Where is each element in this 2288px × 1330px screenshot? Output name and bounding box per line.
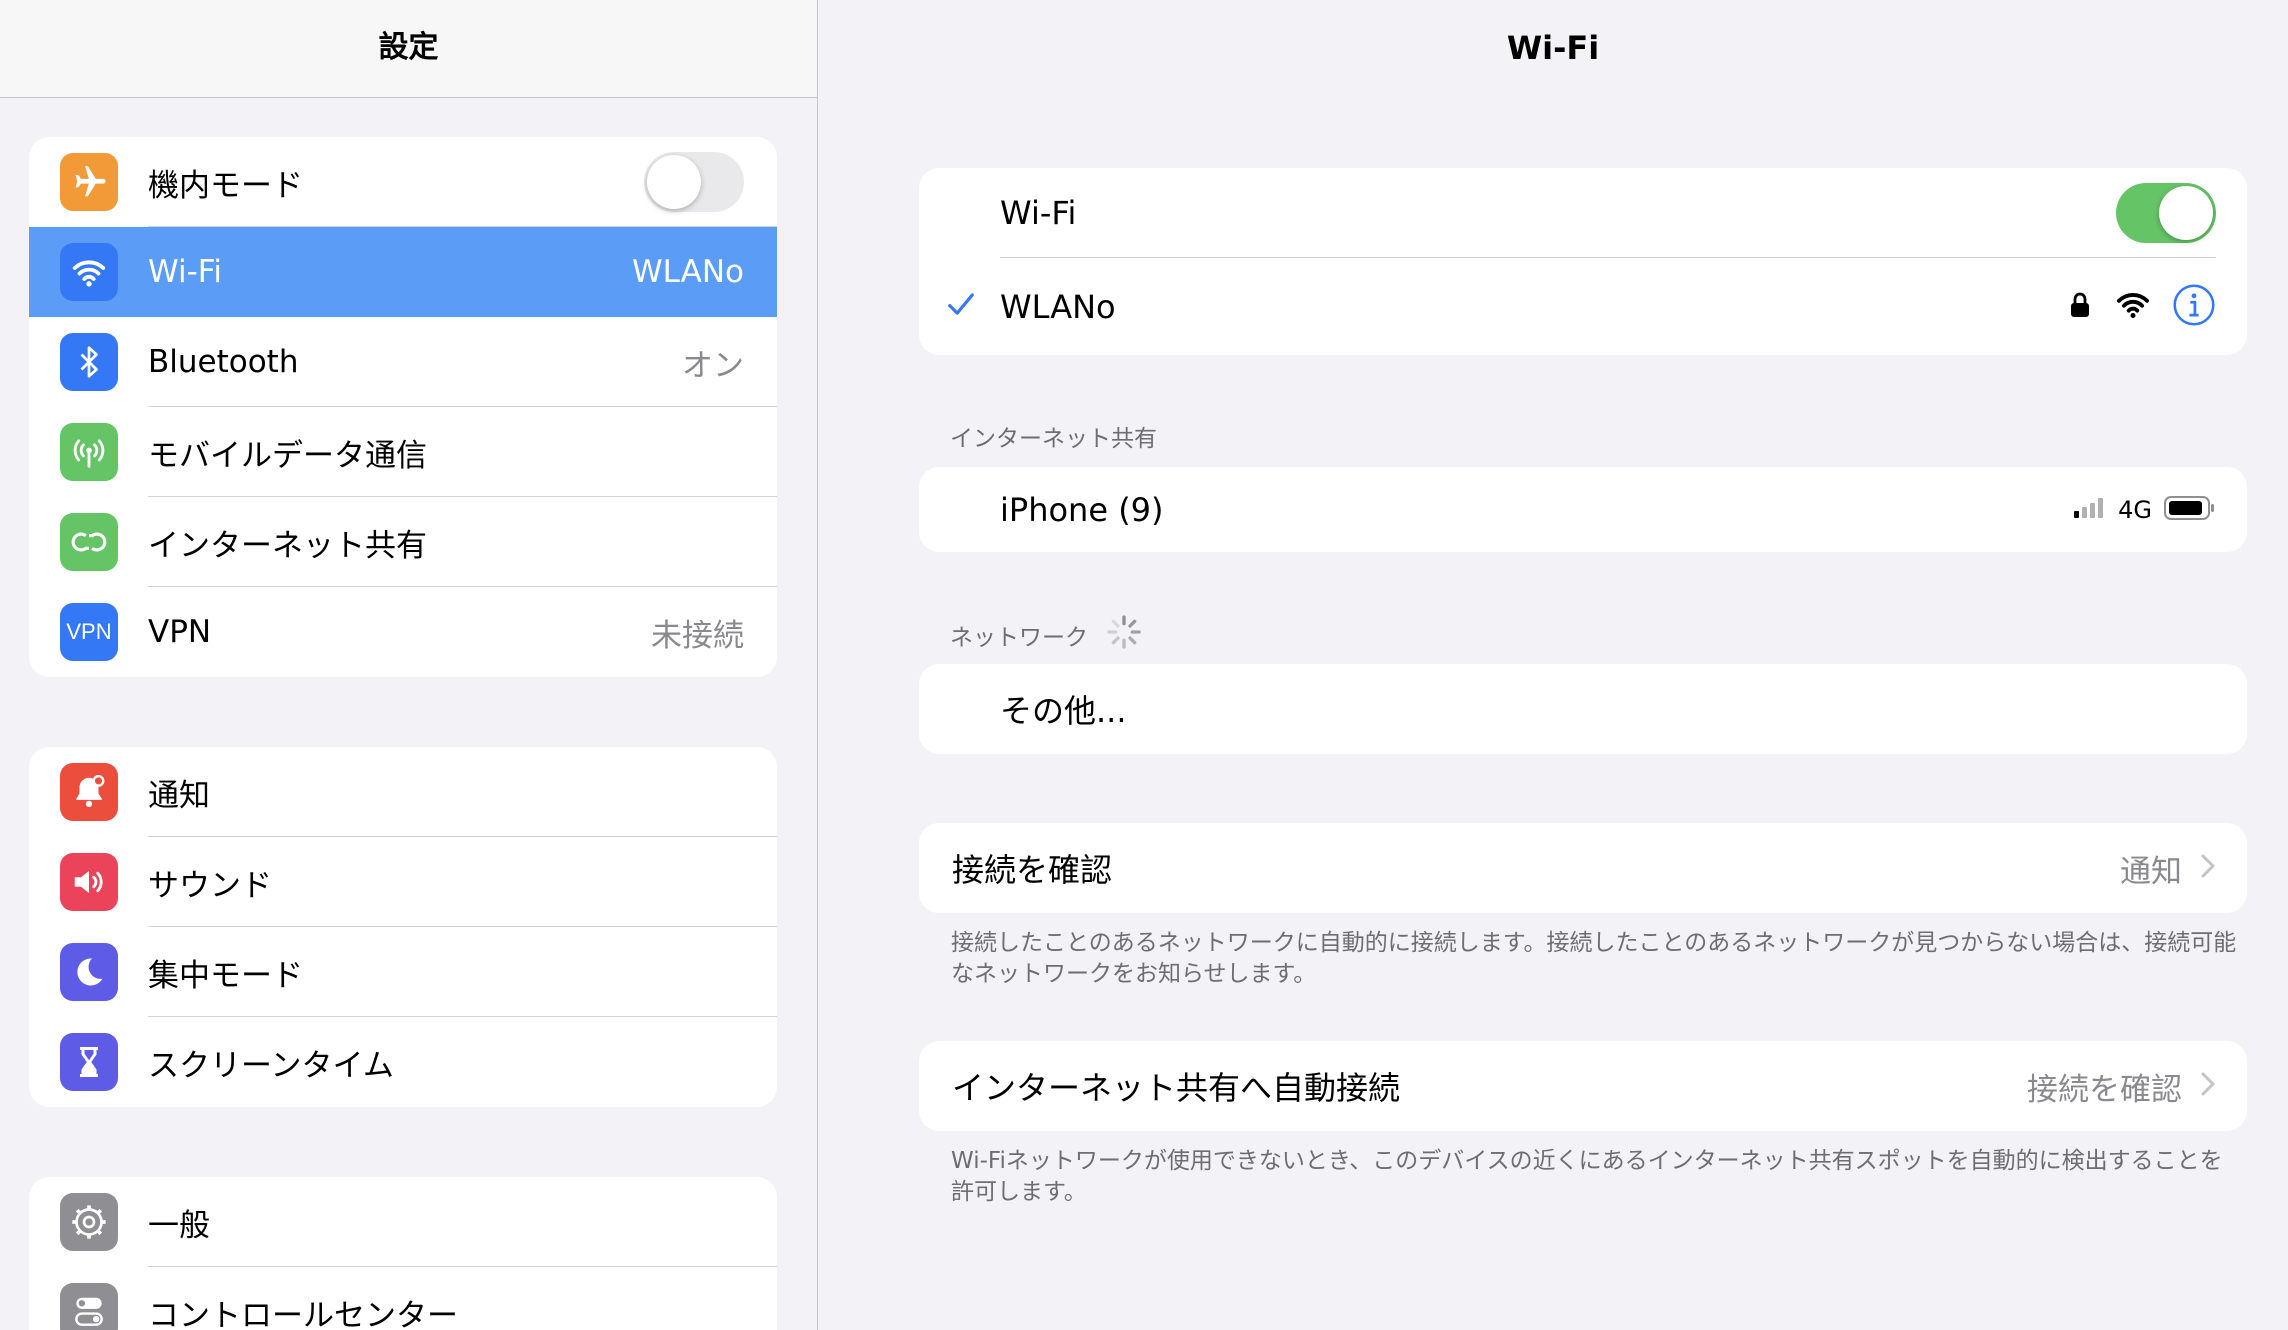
moon-icon <box>60 943 118 1001</box>
settings-sidebar: 設定 機内モード Wi-Fi WLANo Bluetooth オン モバイルデー… <box>0 0 818 1330</box>
notification-bell-icon <box>60 763 118 821</box>
sidebar-item-label: 通知 <box>148 777 210 814</box>
sidebar-item-general[interactable]: 一般 <box>29 1177 777 1267</box>
connected-network-row[interactable]: WLANo <box>919 258 2247 355</box>
chevron-right-icon <box>2200 853 2216 883</box>
ask-to-join-card: 接続を確認 通知 <box>919 823 2247 913</box>
hotspot-card: iPhone (9) 4G <box>919 467 2247 552</box>
chevron-right-icon <box>2200 1071 2216 1101</box>
sidebar-item-label: スクリーンタイム <box>148 1047 394 1084</box>
ask-to-join-value: 通知 <box>2120 853 2182 890</box>
sidebar-item-label: モバイルデータ通信 <box>148 437 427 474</box>
other-network-row[interactable]: その他... <box>919 664 2247 754</box>
auto-join-hotspot-value: 接続を確認 <box>2027 1071 2182 1108</box>
vpn-icon: VPN <box>60 603 118 661</box>
sidebar-item-label: コントロールセンター <box>148 1297 458 1330</box>
ask-to-join-label: 接続を確認 <box>952 851 1113 889</box>
sidebar-item-vpn[interactable]: VPN VPN 未接続 <box>29 587 777 677</box>
sidebar-item-sounds[interactable]: サウンド <box>29 837 777 927</box>
hotspot-row[interactable]: iPhone (9) 4G <box>919 467 2247 552</box>
personal-hotspot-icon <box>60 513 118 571</box>
cellular-signal-icon <box>2074 497 2110 523</box>
sidebar-item-value: オン <box>682 347 744 384</box>
wifi-icon <box>60 243 118 301</box>
airplane-mode-toggle[interactable] <box>644 152 744 212</box>
lock-icon <box>2068 292 2092 322</box>
wifi-label: Wi-Fi <box>1000 194 1077 232</box>
sidebar-item-label: 機内モード <box>148 167 303 204</box>
networks-card: その他... <box>919 664 2247 754</box>
loading-spinner-icon <box>1104 612 1144 658</box>
sidebar-title: 設定 <box>0 0 817 98</box>
sidebar-item-label: サウンド <box>148 867 272 904</box>
wifi-card: Wi-Fi WLANo <box>919 168 2247 355</box>
checkmark-icon <box>946 290 1000 324</box>
ask-to-join-footnote: 接続したことのあるネットワークに自動的に接続します。接続したことのあるネットワー… <box>951 930 2237 987</box>
sidebar-group-connectivity: 機内モード Wi-Fi WLANo Bluetooth オン モバイルデータ通信 <box>29 137 777 677</box>
page-title: Wi-Fi <box>1506 29 1600 67</box>
sidebar-item-focus[interactable]: 集中モード <box>29 927 777 1017</box>
sidebar-item-label: 集中モード <box>148 957 303 994</box>
networks-section-header: ネットワーク <box>950 612 1144 658</box>
sidebar-item-label: 一般 <box>148 1207 210 1244</box>
sidebar-item-mobile-data[interactable]: モバイルデータ通信 <box>29 407 777 497</box>
wifi-toggle-row: Wi-Fi <box>919 168 2247 258</box>
sidebar-item-wifi[interactable]: Wi-Fi WLANo <box>29 227 777 317</box>
ask-to-join-row[interactable]: 接続を確認 通知 <box>919 823 2247 913</box>
connected-network-name: WLANo <box>1000 287 1116 326</box>
sidebar-item-value: 未接続 <box>651 617 744 654</box>
hourglass-icon <box>60 1033 118 1091</box>
sidebar-item-control-center[interactable]: コントロールセンター <box>29 1267 777 1330</box>
battery-icon <box>2164 495 2216 525</box>
auto-join-hotspot-label: インターネット共有へ自動接続 <box>952 1069 1401 1107</box>
other-network-label: その他... <box>1000 692 1127 730</box>
sidebar-group-notifications: 通知 サウンド 集中モード スクリーンタイム <box>29 747 777 1107</box>
control-center-icon <box>60 1283 118 1330</box>
auto-join-hotspot-row[interactable]: インターネット共有へ自動接続 接続を確認 <box>919 1041 2247 1131</box>
sidebar-item-label: Bluetooth <box>148 344 299 380</box>
networks-header-label: ネットワーク <box>950 625 1088 651</box>
sidebar-item-bluetooth[interactable]: Bluetooth オン <box>29 317 777 407</box>
airplane-icon <box>60 153 118 211</box>
sidebar-group-general: 一般 コントロールセンター <box>29 1177 777 1330</box>
speaker-icon <box>60 853 118 911</box>
antenna-icon <box>60 423 118 481</box>
bluetooth-icon <box>60 333 118 391</box>
auto-join-hotspot-card: インターネット共有へ自動接続 接続を確認 <box>919 1041 2247 1131</box>
wifi-signal-icon <box>2116 291 2150 323</box>
info-button[interactable] <box>2172 283 2216 331</box>
sidebar-item-label: インターネット共有 <box>148 527 427 564</box>
gear-icon <box>60 1193 118 1251</box>
sidebar-item-airplane-mode[interactable]: 機内モード <box>29 137 777 227</box>
hotspot-section-header: インターネット共有 <box>950 426 1157 452</box>
sidebar-item-label: Wi-Fi <box>148 254 222 290</box>
sidebar-item-screen-time[interactable]: スクリーンタイム <box>29 1017 777 1107</box>
wifi-toggle[interactable] <box>2116 183 2216 243</box>
sidebar-item-personal-hotspot[interactable]: インターネット共有 <box>29 497 777 587</box>
wifi-detail-pane: Wi-Fi Wi-Fi WLANo インターネット共有 iPhone (9) 4… <box>818 0 2288 1330</box>
network-type-label: 4G <box>2118 495 2152 524</box>
sidebar-item-notifications[interactable]: 通知 <box>29 747 777 837</box>
sidebar-item-value: WLANo <box>632 254 744 290</box>
hotspot-name: iPhone (9) <box>1000 490 1164 529</box>
sidebar-item-label: VPN <box>148 614 212 650</box>
auto-join-hotspot-footnote: Wi-Fiネットワークが使用できないとき、このデバイスの近くにあるインターネット… <box>951 1148 2223 1205</box>
